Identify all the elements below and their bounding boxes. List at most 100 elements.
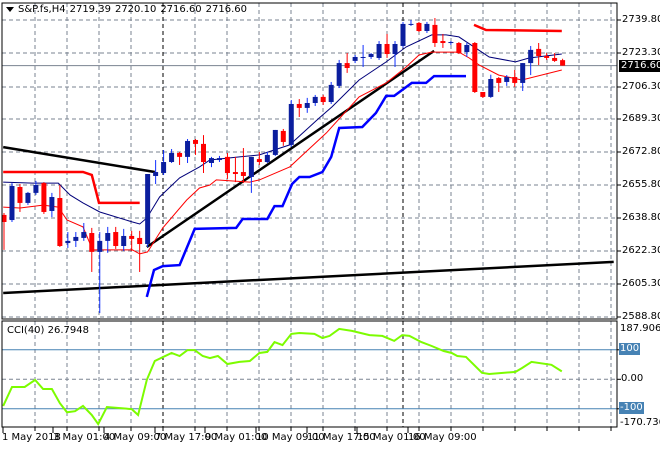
candle-body — [224, 156, 230, 174]
ma-fast-line — [3, 34, 562, 225]
candle-body — [33, 185, 39, 193]
candle-body — [280, 130, 286, 142]
candle-body — [185, 140, 191, 157]
trendline — [3, 260, 614, 295]
candle-body — [169, 152, 175, 163]
price-label: 2605.30 — [622, 278, 660, 289]
candle-body — [81, 232, 87, 238]
candle-body — [488, 79, 494, 97]
candle-body — [49, 197, 55, 211]
candle-body — [480, 91, 486, 97]
candle-body — [496, 78, 502, 83]
candle-body — [448, 42, 454, 44]
candle-body — [97, 240, 103, 252]
candle-body — [161, 162, 167, 174]
low-value: 2716.60 — [160, 4, 202, 15]
candle-body — [544, 55, 550, 58]
candle-body — [208, 158, 214, 163]
candle-body — [352, 56, 358, 61]
cci-zero-label: 0.00 — [621, 373, 644, 384]
candle-body — [240, 172, 246, 176]
candle-body — [440, 41, 446, 44]
candle-body — [153, 172, 159, 176]
candle-body — [376, 43, 382, 58]
candle-body — [17, 186, 23, 203]
candle-body — [368, 54, 374, 57]
open-value: 2719.39 — [69, 4, 111, 15]
candle-body — [552, 57, 558, 61]
price-label: 2672.80 — [622, 146, 660, 157]
candle-body — [472, 43, 478, 92]
candle-body — [41, 183, 47, 212]
candle-body — [304, 103, 310, 108]
high-value: 2720.10 — [114, 4, 157, 15]
candle-body — [65, 240, 71, 244]
cci-label: CCI(40) 26.7948 — [7, 325, 89, 336]
candle-body — [328, 84, 334, 103]
price-label: 2706.30 — [622, 81, 660, 92]
cci-level-minus100-label: -100 — [619, 402, 644, 414]
candle-body — [232, 172, 238, 175]
candle-body — [129, 235, 135, 239]
candle-body — [384, 43, 390, 55]
candle-body — [416, 22, 422, 32]
time-label: 16 May 09:00 — [408, 432, 477, 443]
candle-body — [520, 63, 526, 83]
candle-body — [456, 43, 462, 54]
candle-body — [121, 235, 127, 246]
candle-body — [288, 103, 294, 145]
trendline — [2, 145, 156, 174]
candle-body — [536, 48, 542, 56]
candle-body — [137, 237, 143, 245]
price-label: 2723.30 — [622, 47, 660, 58]
cci-min-label: -170.7363 — [620, 417, 660, 428]
price-label: 2689.30 — [622, 113, 660, 124]
candle-body — [312, 96, 318, 104]
candle-body — [320, 96, 326, 103]
candle-body — [177, 152, 183, 157]
candle-body — [336, 63, 342, 86]
candle-body — [256, 159, 262, 163]
channel-high-line — [473, 23, 562, 33]
cci-level-100-label: 100 — [619, 343, 641, 355]
candle-body — [145, 174, 151, 245]
price-label: 2655.80 — [622, 179, 660, 190]
candle-body — [25, 192, 31, 203]
price-chart[interactable] — [0, 0, 660, 450]
candle-body — [360, 56, 366, 58]
chart-header: S&P.fs,H4 2719.39 2720.10 2716.60 2716.60 — [6, 4, 251, 15]
channel-high-line — [3, 170, 140, 205]
candle-body — [424, 23, 430, 32]
candle-body — [105, 233, 111, 241]
candle-body — [408, 23, 414, 25]
candle-body — [9, 186, 15, 221]
price-label: 2588.80 — [622, 311, 660, 322]
candle-body — [296, 103, 302, 108]
candle-body — [193, 139, 199, 144]
dropdown-triangle-icon[interactable] — [6, 6, 14, 12]
candle-body — [201, 143, 206, 163]
candle-body — [392, 43, 398, 55]
candle-body — [73, 236, 79, 241]
candle-body — [89, 233, 95, 252]
candle-body — [400, 23, 406, 46]
candle-body — [464, 44, 470, 53]
cci-panel-frame — [1, 320, 618, 428]
candle-body — [248, 156, 254, 177]
symbol-label: S&P.fs,H4 — [18, 4, 66, 15]
close-value: 2716.60 — [205, 4, 248, 15]
candle-body — [272, 129, 278, 155]
candle-body — [216, 158, 222, 161]
candle-body — [560, 60, 566, 66]
candle-body — [57, 198, 63, 246]
price-label: 2739.80 — [622, 14, 660, 25]
price-label: 2622.30 — [622, 245, 660, 256]
current-price-label: 2716.60 — [619, 60, 660, 72]
cci-max-label: 187.9065 — [620, 323, 660, 334]
candle-body — [528, 49, 534, 64]
candle-body — [504, 77, 510, 82]
cci-line — [2, 327, 563, 427]
price-label: 2638.80 — [622, 212, 660, 223]
candle-body — [264, 154, 270, 163]
candle-body — [432, 24, 438, 44]
